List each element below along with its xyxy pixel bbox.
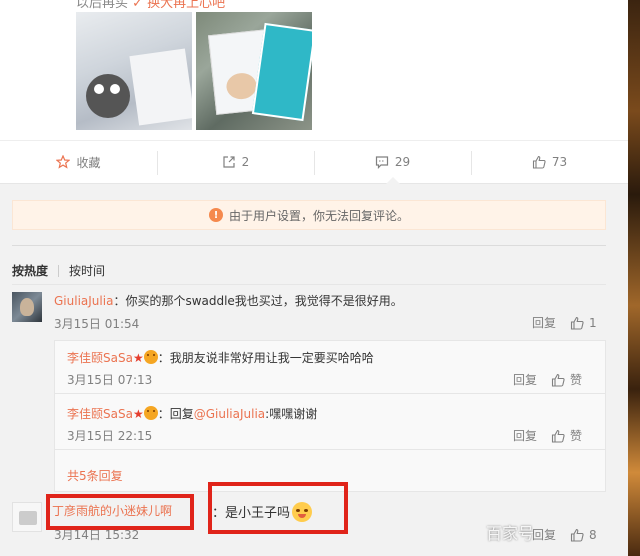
divider (12, 245, 606, 246)
highlight-box-username (46, 494, 194, 530)
weibo-post-page: 以后再买 ✓ 换大再上心吧 收藏 2 29 73 ! 由于用户设置，你无法回复评… (0, 0, 628, 556)
comment-time: 3月15日 01:54 (54, 317, 140, 331)
comment-like-button[interactable]: 1 (570, 316, 597, 330)
comment-like-button[interactable]: 8 (570, 528, 597, 542)
warning-icon: ! (208, 208, 223, 222)
like-button[interactable]: 73 (471, 141, 628, 183)
star-badge-icon: ★ (132, 407, 144, 421)
reply-button[interactable]: 回复 (532, 314, 556, 331)
share-icon (222, 155, 236, 169)
comment-text: GiuliaJulia：你买的那个swaddle我也买过，我觉得不是很好用。 (54, 294, 403, 308)
comment-section: ! 由于用户设置，你无法回复评论。 按热度 按时间 GiuliaJulia：你买… (0, 184, 628, 556)
thumbs-up-icon (570, 316, 584, 330)
post-image-2[interactable] (196, 12, 312, 130)
reply-user-link[interactable]: 李佳颐SaSa (67, 407, 133, 421)
sort-tabs: 按热度 按时间 (12, 262, 105, 279)
reply-list: 李佳颐SaSa★ ：我朋友说非常好用让我一定要买哈哈哈 3月15日 07:13 回… (54, 340, 606, 492)
reply-like-button[interactable]: 赞 (551, 371, 582, 388)
panda-pattern (86, 74, 130, 118)
comment-user-link[interactable]: GiuliaJulia (54, 294, 113, 308)
favorite-button[interactable]: 收藏 (0, 141, 157, 183)
reply-button[interactable]: 回复 (513, 371, 537, 388)
reply-user-link[interactable]: 李佳颐SaSa (67, 351, 133, 365)
thumbs-up-icon (570, 528, 584, 542)
star-icon (56, 155, 71, 169)
thumbs-up-icon (551, 373, 565, 387)
clothing (129, 48, 192, 126)
vip-face-icon (143, 350, 158, 364)
watermark: 百家号 (486, 524, 535, 543)
reply-button[interactable]: 回复 (532, 526, 556, 543)
more-replies-link[interactable]: 共5条回复 (67, 467, 123, 484)
reply-disabled-notice: ! 由于用户设置，你无法回复评论。 (12, 200, 606, 230)
sort-by-hot-tab[interactable]: 按热度 (12, 262, 48, 279)
highlight-box-comment (208, 482, 348, 534)
reply-button[interactable]: 回复 (513, 427, 537, 444)
reply-ops: 回复 赞 (513, 371, 582, 388)
reply-text: 李佳颐SaSa★ ：回复@GiuliaJulia:嘿嘿谢谢 (67, 406, 318, 421)
comment-button[interactable]: 29 (314, 141, 471, 184)
thumbs-up-icon (551, 429, 565, 443)
divider (58, 264, 60, 277)
post-image-1[interactable] (76, 12, 192, 130)
comment-icon (375, 155, 389, 169)
reply-time: 3月15日 07:13 (67, 373, 153, 387)
post-content: 以后再买 ✓ 换大再上心吧 (0, 0, 628, 140)
mention-link[interactable]: @GiuliaJulia (194, 407, 265, 421)
divider (55, 393, 605, 394)
sort-by-time-tab[interactable]: 按时间 (69, 262, 105, 279)
share-button[interactable]: 2 (157, 141, 314, 183)
avatar[interactable] (12, 292, 42, 322)
thumbs-up-icon (532, 155, 546, 169)
post-text: 以后再买 ✓ 换大再上心吧 (76, 0, 226, 11)
comment-ops: 回复 1 (532, 314, 597, 331)
reply-time: 3月15日 22:15 (67, 429, 153, 443)
avatar[interactable] (12, 502, 42, 532)
background-image-strip (628, 0, 640, 556)
divider (12, 284, 606, 285)
star-badge-icon: ★ (132, 351, 144, 365)
action-bar: 收藏 2 29 73 (0, 140, 628, 184)
divider (55, 449, 605, 450)
vip-face-icon (143, 406, 158, 420)
reply-ops: 回复 赞 (513, 427, 582, 444)
reply-text: 李佳颐SaSa★ ：我朋友说非常好用让我一定要买哈哈哈 (67, 350, 374, 365)
comment-ops: 回复 8 (532, 526, 597, 543)
reply-like-button[interactable]: 赞 (551, 427, 582, 444)
